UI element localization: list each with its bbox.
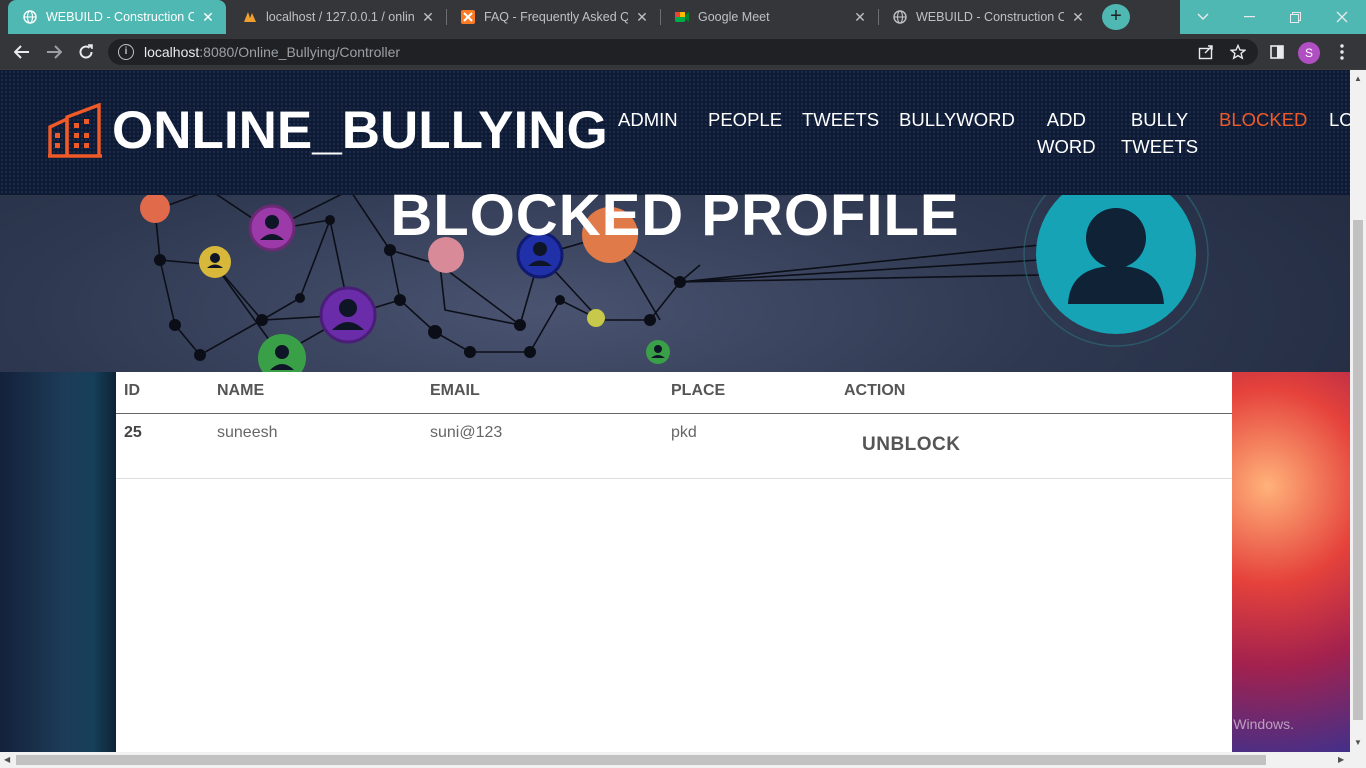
xampp-icon	[460, 9, 476, 25]
scroll-left-icon[interactable]: ◀	[4, 755, 10, 764]
horizontal-scrollbar[interactable]: ◀ ▶	[0, 752, 1366, 768]
blocked-profiles-table: ID NAME EMAIL PLACE ACTION 25 suneesh su…	[116, 372, 1232, 752]
nav-item-tweets[interactable]: TWEETS	[802, 106, 879, 133]
column-header-id: ID	[124, 382, 140, 399]
nav-item-blocked[interactable]: BLOCKED	[1219, 106, 1307, 133]
google-meet-icon	[674, 9, 690, 25]
browser-menu-button[interactable]	[1328, 34, 1356, 70]
site-brand[interactable]: ONLINE_BULLYING	[112, 100, 608, 161]
unblock-button[interactable]: UNBLOCK	[862, 434, 961, 456]
tab-close-icon[interactable]: ✕	[420, 9, 436, 26]
watermark-subtitle: Go to Settings to activate Windows.	[1073, 716, 1294, 732]
scroll-right-icon[interactable]: ▶	[1338, 755, 1344, 764]
browser-tab-5[interactable]: WEBUILD - Construction Com ✕	[878, 0, 1096, 34]
tab-close-icon[interactable]: ✕	[200, 9, 216, 26]
tab-title: Google Meet	[698, 10, 770, 24]
column-header-email: EMAIL	[430, 382, 480, 399]
browser-tab-1[interactable]: WEBUILD - Construction Com ✕	[8, 0, 226, 34]
nav-label: LO	[1329, 109, 1350, 130]
share-button[interactable]	[1192, 34, 1220, 70]
nav-label: ADD	[1046, 109, 1086, 130]
restore-icon	[1289, 11, 1301, 23]
vertical-scrollbar-thumb[interactable]	[1353, 220, 1363, 720]
nav-label: PEOPLE	[708, 109, 783, 130]
nav-label: WORD	[1037, 136, 1096, 157]
building-logo-icon	[48, 103, 102, 158]
nav-label: ADMIN	[618, 109, 678, 130]
nav-item-people[interactable]: PEOPLE	[708, 106, 782, 133]
site-navbar: ONLINE_BULLYING ADMIN PEOPLE TWEETS BULL…	[0, 70, 1350, 195]
column-header-place: PLACE	[671, 382, 726, 399]
back-button[interactable]	[8, 34, 36, 70]
share-icon	[1198, 45, 1213, 60]
nav-label: BULLY	[1130, 109, 1189, 130]
browser-tab-2[interactable]: localhost / 127.0.0.1 / online ✕	[228, 0, 446, 34]
browser-tab-3[interactable]: FAQ - Frequently Asked Que ✕	[446, 0, 660, 34]
nav-label: TWEETS	[802, 109, 880, 130]
close-window-button[interactable]	[1318, 0, 1366, 34]
vertical-scrollbar[interactable]: ▲ ▼	[1350, 70, 1366, 752]
activate-windows-watermark: Activate Windows Go to Settings to activ…	[1073, 690, 1294, 732]
address-bar[interactable]: i localhost:8080/Online_Bullying/Control…	[108, 39, 1258, 65]
tab-search-button[interactable]	[1180, 0, 1226, 34]
scroll-up-icon[interactable]: ▲	[1354, 74, 1362, 83]
side-panel-button[interactable]	[1263, 34, 1291, 70]
new-tab-button[interactable]: +	[1102, 4, 1130, 30]
watermark-title: Activate Windows	[1073, 690, 1223, 711]
arrow-right-icon	[47, 45, 62, 59]
table-header-divider	[116, 413, 1232, 414]
column-header-name: NAME	[217, 382, 265, 399]
chevron-down-icon	[1197, 13, 1209, 21]
close-icon	[1336, 11, 1348, 23]
profile-avatar[interactable]: S	[1298, 42, 1320, 64]
horizontal-scrollbar-thumb[interactable]	[16, 755, 1266, 765]
nav-item-logout[interactable]: LO	[1329, 106, 1350, 133]
arrow-left-icon	[14, 45, 29, 59]
reload-button[interactable]	[72, 34, 100, 70]
tab-close-icon[interactable]: ✕	[634, 9, 650, 26]
page-viewport: ONLINE_BULLYING ADMIN PEOPLE TWEETS BULL…	[0, 70, 1350, 752]
scroll-down-icon[interactable]: ▼	[1354, 738, 1362, 747]
cell-name: suneesh	[217, 424, 278, 441]
bookmark-button[interactable]	[1224, 34, 1252, 70]
tab-strip: WEBUILD - Construction Com ✕ localhost /…	[0, 0, 1366, 34]
nav-label: BULLYWORD	[899, 109, 1015, 130]
nav-label: TWEETS	[1121, 136, 1199, 157]
cell-place: pkd	[671, 424, 697, 441]
nav-item-bully-tweets[interactable]: BULLY TWEETS	[1121, 106, 1198, 160]
cell-id: 25	[124, 424, 142, 441]
column-header-action: ACTION	[844, 382, 906, 399]
tab-title: WEBUILD - Construction Com	[46, 10, 194, 24]
side-panel-icon	[1270, 45, 1284, 59]
phpmyadmin-icon	[242, 9, 258, 25]
nav-label: BLOCKED	[1219, 109, 1308, 130]
cell-email: suni@123	[430, 424, 503, 441]
nav-item-bullyword[interactable]: BULLYWORD	[899, 106, 1015, 133]
minimize-button[interactable]	[1226, 0, 1272, 34]
globe-icon	[22, 9, 38, 25]
tab-title: FAQ - Frequently Asked Que	[484, 10, 628, 24]
restore-button[interactable]	[1272, 0, 1318, 34]
star-icon	[1230, 44, 1246, 60]
browser-tab-4[interactable]: Google Meet ✕	[660, 0, 878, 34]
background-image-left	[0, 372, 116, 752]
url-path: :8080/Online_Bullying/Controller	[199, 44, 401, 60]
tab-close-icon[interactable]: ✕	[852, 9, 868, 26]
table-row-divider	[116, 478, 1232, 479]
more-vert-icon	[1340, 44, 1344, 60]
page-title: BLOCKED PROFILE	[390, 183, 960, 248]
url-host: localhost	[144, 44, 200, 60]
tab-title: WEBUILD - Construction Com	[916, 10, 1064, 24]
site-info-icon[interactable]: i	[118, 44, 134, 60]
forward-button[interactable]	[40, 34, 68, 70]
reload-icon	[79, 44, 93, 59]
tab-close-icon[interactable]: ✕	[1070, 9, 1086, 26]
nav-item-add-word[interactable]: ADD WORD	[1037, 106, 1096, 160]
globe-icon	[892, 9, 908, 25]
nav-item-admin[interactable]: ADMIN	[618, 106, 678, 133]
browser-toolbar: i localhost:8080/Online_Bullying/Control…	[0, 34, 1366, 70]
minimize-icon	[1243, 16, 1255, 18]
tab-title: localhost / 127.0.0.1 / online	[266, 10, 414, 24]
